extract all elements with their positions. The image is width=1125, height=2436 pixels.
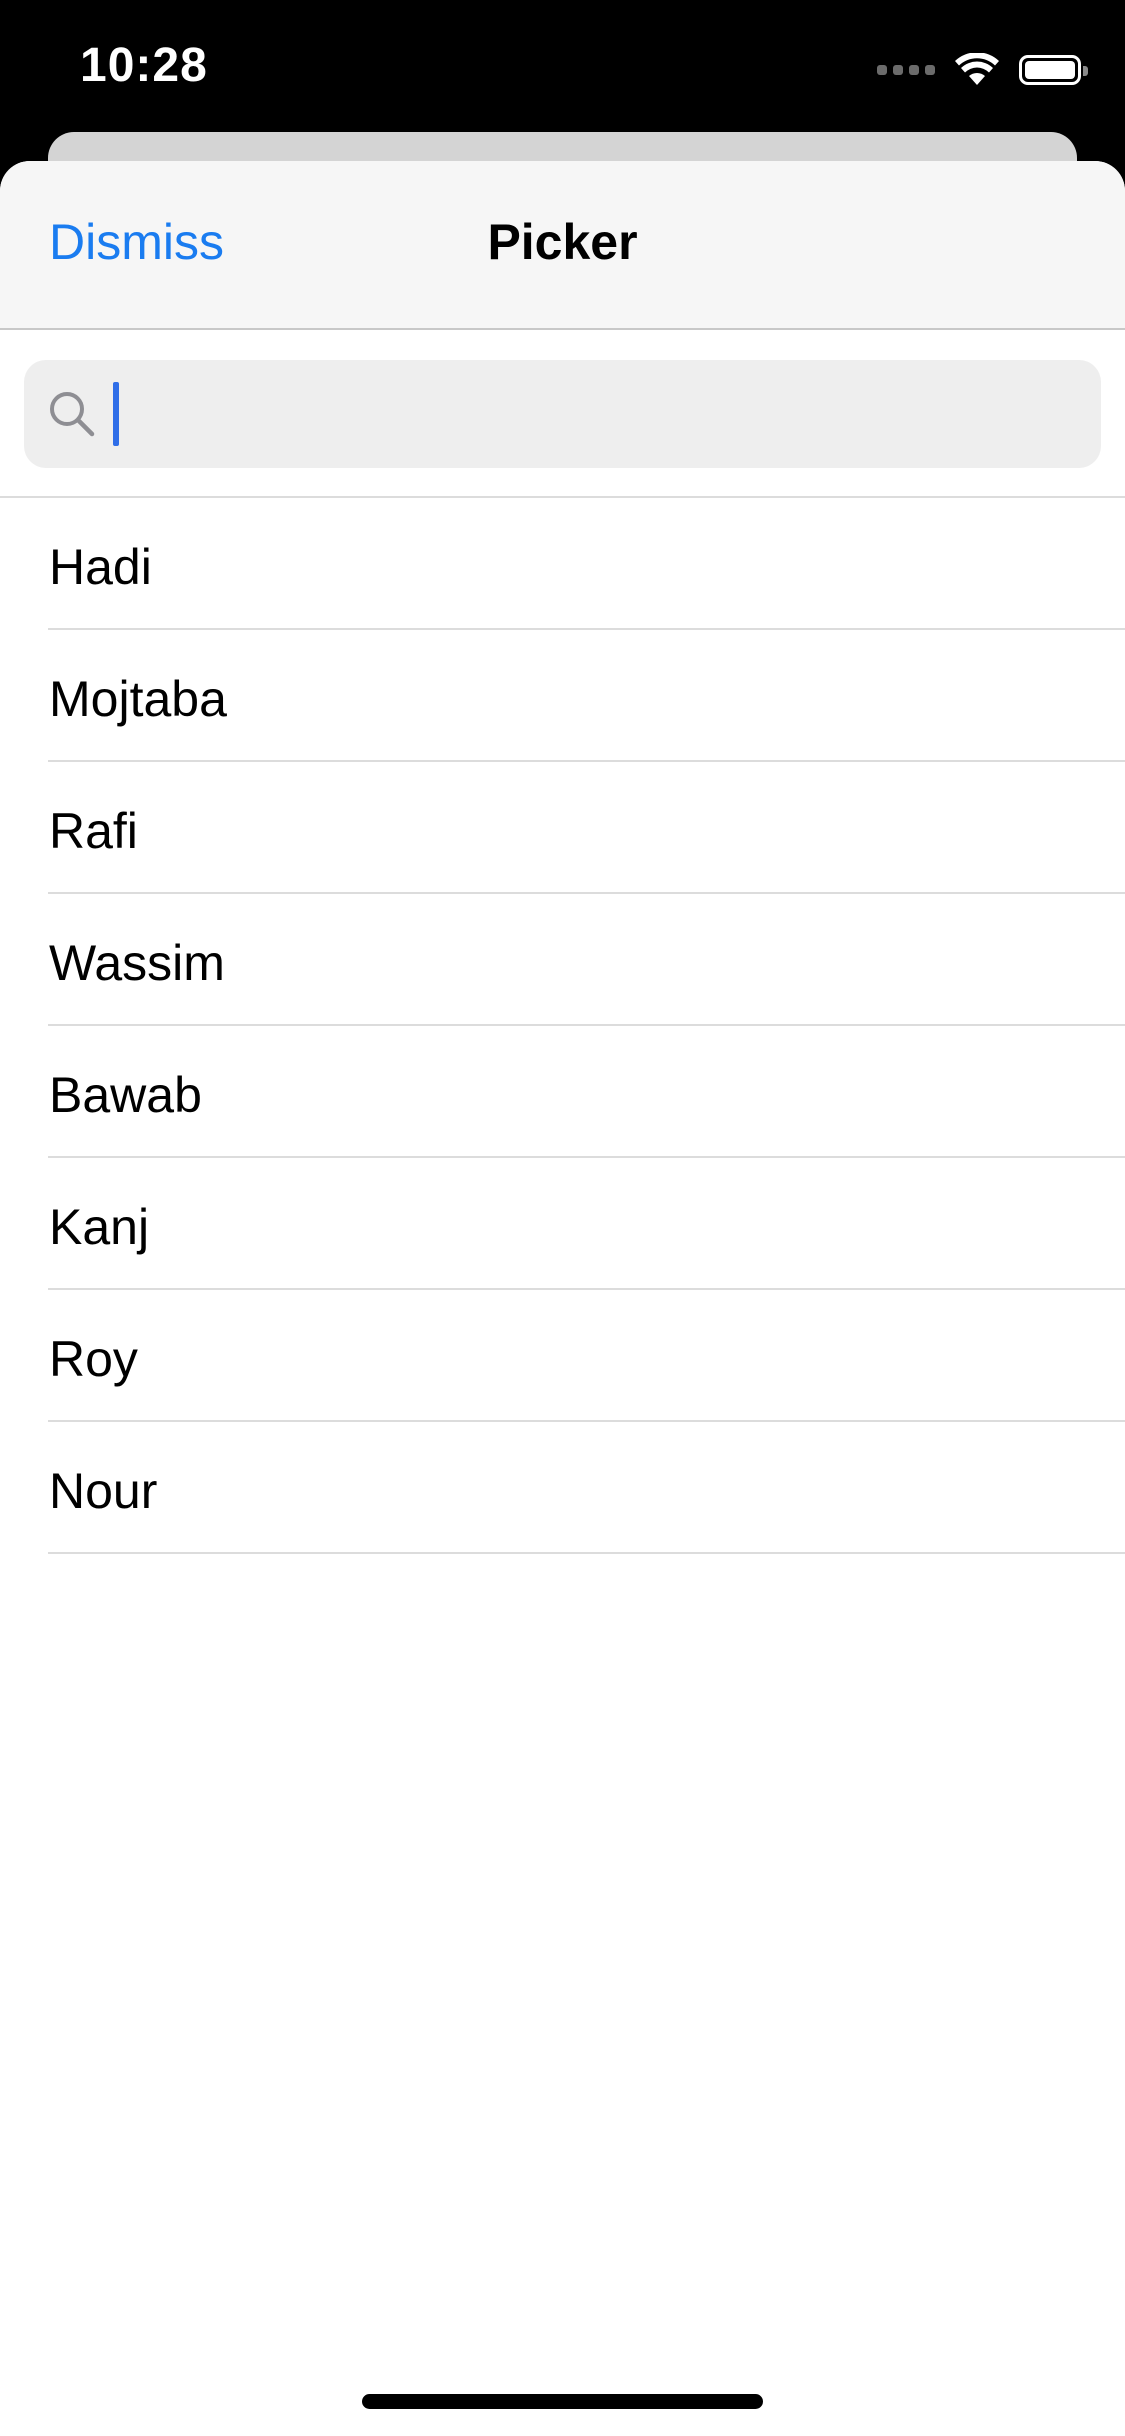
list-item[interactable]: Rafi <box>0 762 1125 894</box>
search-field[interactable] <box>24 360 1101 468</box>
battery-icon <box>1019 55 1088 85</box>
list-item[interactable]: Mojtaba <box>0 630 1125 762</box>
list-item[interactable]: Nour <box>0 1422 1125 1554</box>
dismiss-button[interactable]: Dismiss <box>49 213 224 271</box>
status-time: 10:28 <box>80 39 208 92</box>
list-item-label: Kanj <box>49 1199 150 1255</box>
picker-list: Hadi Mojtaba Rafi Wassim Bawab Kanj Roy … <box>0 498 1125 1554</box>
list-item-label: Bawab <box>49 1067 202 1123</box>
list-item-label: Nour <box>49 1463 158 1519</box>
navigation-bar: Picker Dismiss <box>0 161 1125 330</box>
wifi-icon <box>955 53 999 85</box>
list-item-label: Wassim <box>49 935 225 991</box>
status-icons <box>877 50 1088 90</box>
list-item[interactable]: Hadi <box>0 498 1125 630</box>
home-indicator[interactable] <box>362 2394 763 2409</box>
list-item-label: Rafi <box>49 803 138 859</box>
screen: 10:28 Picker Dismiss Hadi Mojtaba Rafi W… <box>0 0 1125 2436</box>
list-item-label: Hadi <box>49 539 152 595</box>
search-input[interactable] <box>114 374 1078 456</box>
list-item-label: Mojtaba <box>49 671 227 727</box>
text-caret <box>113 382 119 446</box>
search-bar <box>0 330 1125 498</box>
list-item[interactable]: Kanj <box>0 1158 1125 1290</box>
picker-sheet: Picker Dismiss Hadi Mojtaba Rafi Wassim … <box>0 161 1125 2436</box>
list-item[interactable]: Roy <box>0 1290 1125 1422</box>
list-item[interactable]: Bawab <box>0 1026 1125 1158</box>
list-item[interactable]: Wassim <box>0 894 1125 1026</box>
signal-icon <box>877 65 935 75</box>
list-item-label: Roy <box>49 1331 138 1387</box>
search-icon <box>50 392 95 437</box>
status-bar: 10:28 <box>0 0 1125 140</box>
